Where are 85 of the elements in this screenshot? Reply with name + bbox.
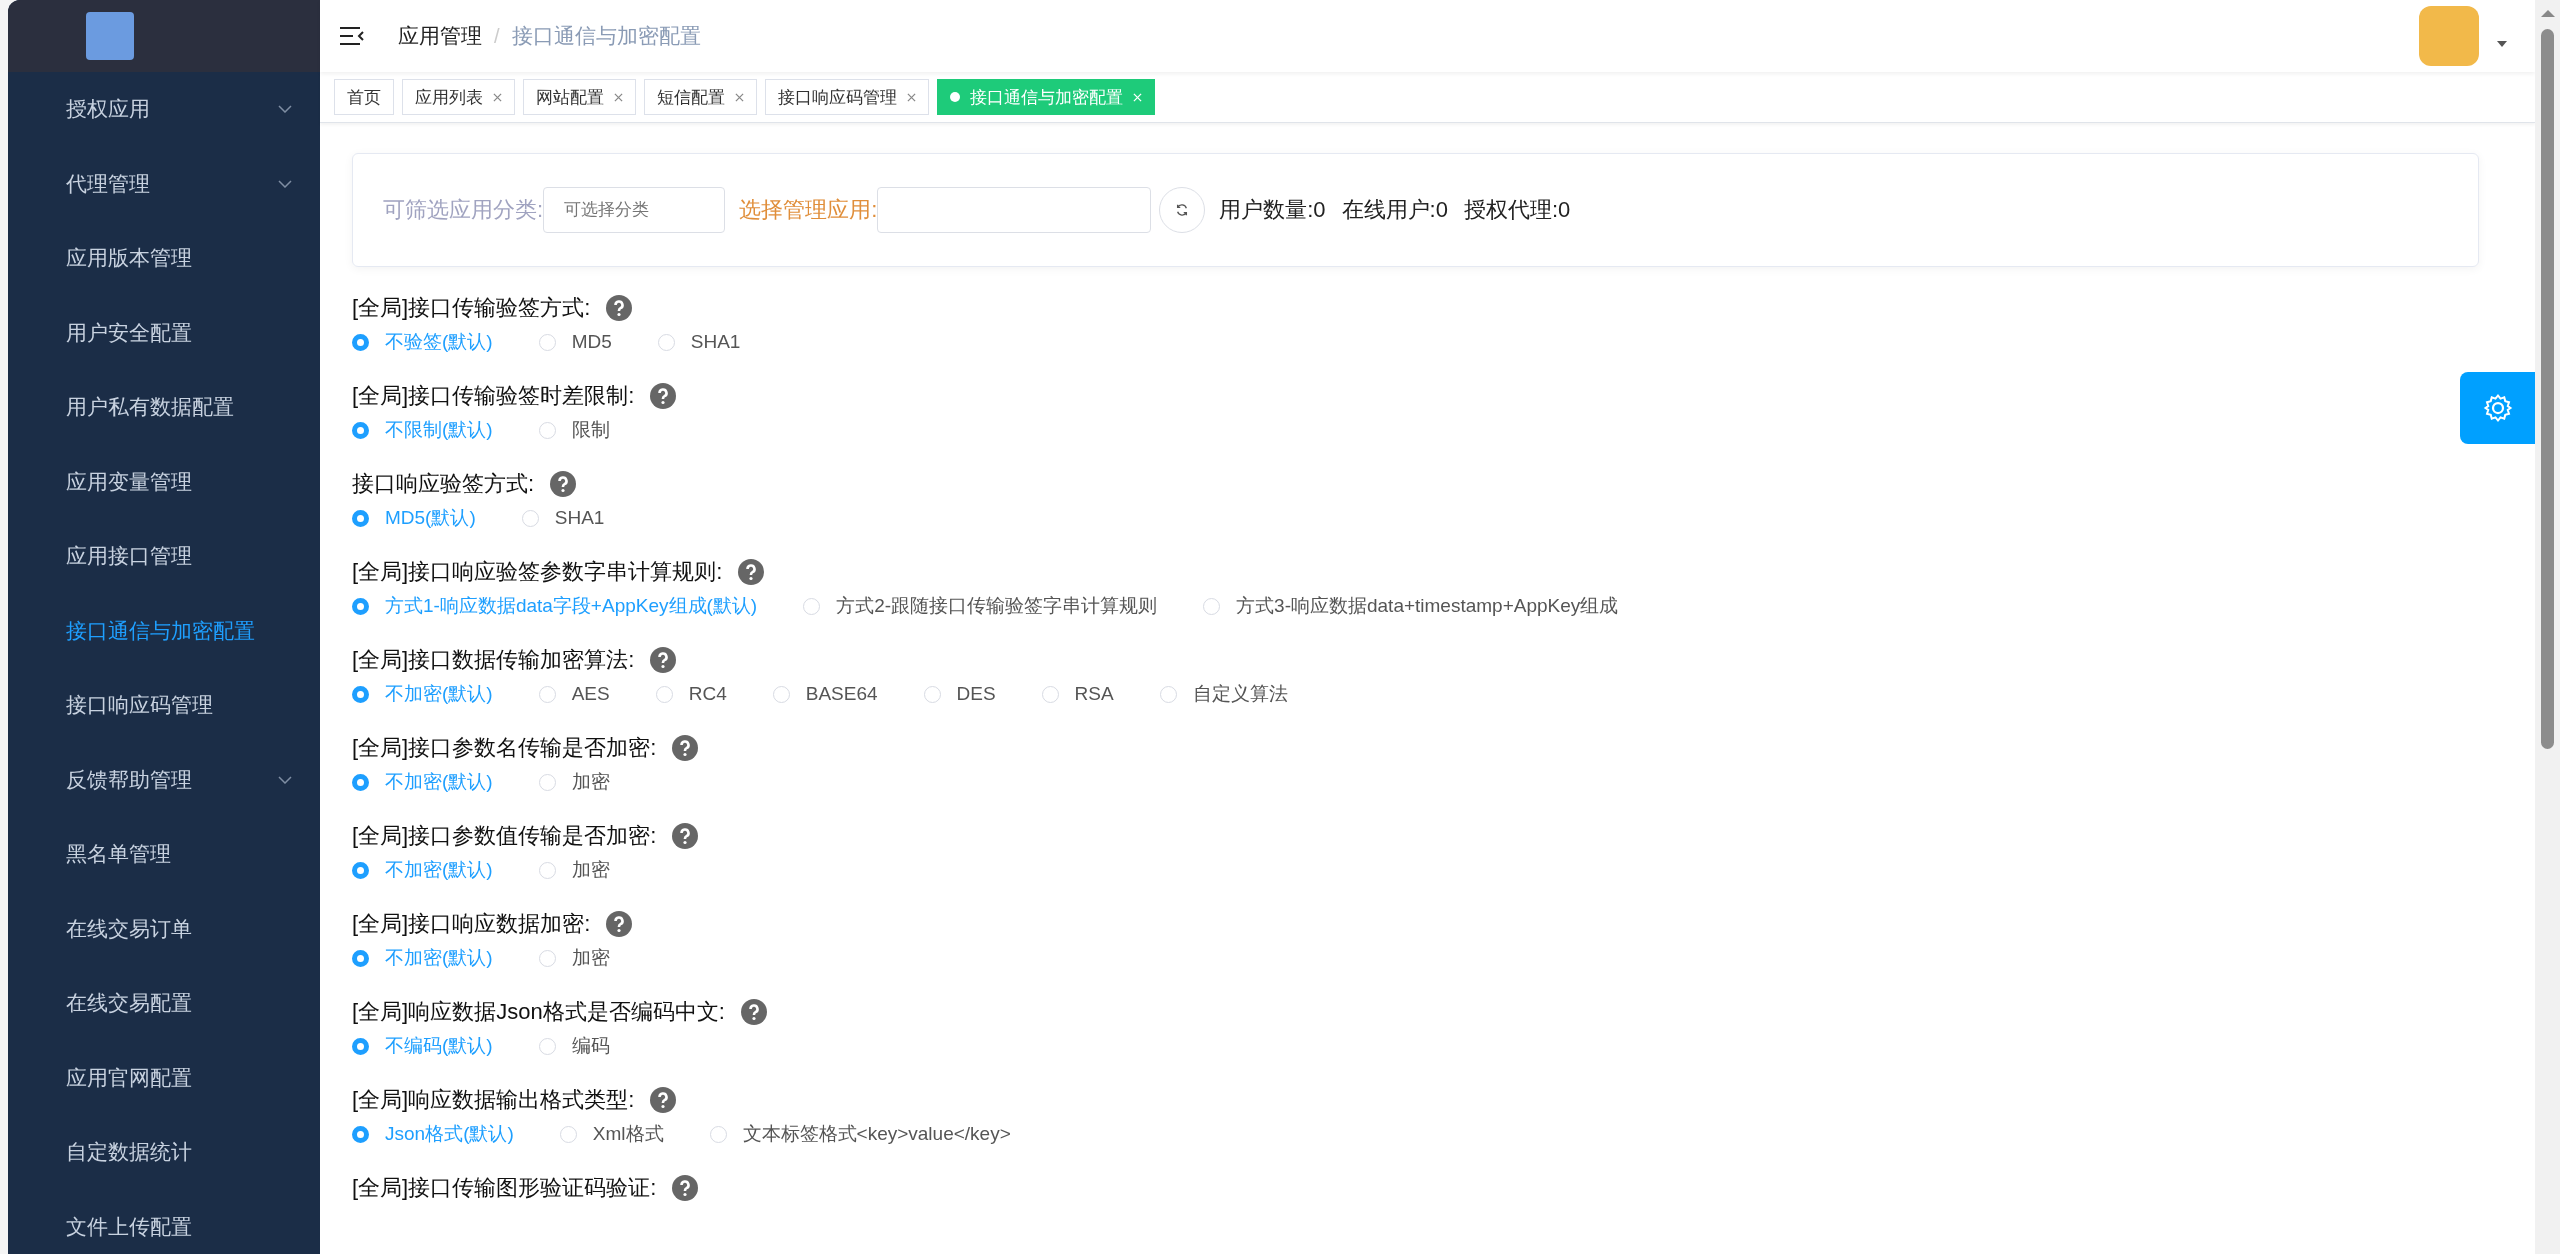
dot-icon — [950, 92, 960, 102]
stat-text: 用户数量:0 — [1219, 196, 1326, 224]
sidebar-item[interactable]: 授权应用 — [8, 72, 320, 147]
help-icon[interactable] — [672, 1175, 699, 1201]
refresh-icon — [1175, 203, 1190, 217]
tab[interactable]: 接口响应码管理 — [765, 79, 929, 115]
tab[interactable]: 网站配置 — [523, 79, 636, 115]
radio-option[interactable]: 限制 — [538, 417, 610, 443]
radio-option[interactable]: SHA1 — [657, 329, 741, 355]
help-icon[interactable] — [650, 383, 677, 409]
setting-label: [全局]接口传输图形验证码验证: — [352, 1174, 657, 1202]
settings-icon — [2482, 393, 2513, 423]
setting-label: [全局]响应数据输出格式类型: — [352, 1086, 635, 1114]
sidebar-item[interactable]: 应用变量管理 — [8, 444, 320, 519]
breadcrumb-separator: / — [494, 24, 500, 48]
radio-option[interactable]: 加密 — [538, 769, 610, 795]
chevron-down-icon — [278, 105, 292, 114]
radio-option[interactable]: RC4 — [655, 681, 727, 707]
radio-option[interactable]: DES — [923, 681, 996, 707]
scrollbar[interactable] — [2535, 0, 2560, 1254]
settings-button[interactable] — [2460, 372, 2535, 444]
radio-option[interactable]: RSA — [1041, 681, 1114, 707]
sidebar-item[interactable]: 反馈帮助管理 — [8, 742, 320, 817]
sidebar-item[interactable]: 在线交易订单 — [8, 891, 320, 966]
radio-option[interactable]: 加密 — [538, 857, 610, 883]
breadcrumb-link[interactable]: 应用管理 — [398, 22, 482, 50]
tab[interactable]: 应用列表 — [402, 79, 515, 115]
sidebar-item[interactable]: 黑名单管理 — [8, 817, 320, 892]
radio-option[interactable]: 编码 — [538, 1033, 610, 1059]
close-icon[interactable] — [907, 92, 916, 102]
chevron-down-icon — [278, 775, 292, 784]
sidebar-item[interactable]: 文件上传配置 — [8, 1189, 320, 1254]
sidebar-item[interactable]: 代理管理 — [8, 146, 320, 221]
setting-label: [全局]接口参数值传输是否加密: — [352, 822, 657, 850]
sidebar-item[interactable]: 用户安全配置 — [8, 295, 320, 370]
sidebar-item[interactable]: 接口通信与加密配置 — [8, 593, 320, 668]
radio-option[interactable]: Xml格式 — [559, 1121, 664, 1147]
help-icon[interactable] — [650, 1087, 677, 1113]
help-icon[interactable] — [550, 471, 577, 497]
radio-option[interactable]: 加密 — [538, 945, 610, 971]
radio-option[interactable]: 自定义算法 — [1159, 681, 1288, 707]
sidebar-item[interactable]: 接口响应码管理 — [8, 668, 320, 743]
stat-text: 授权代理:0 — [1463, 196, 1571, 224]
sidebar-item[interactable]: 应用官网配置 — [8, 1040, 320, 1115]
help-icon[interactable] — [650, 647, 677, 673]
field-label: 可筛选应用分类: — [383, 196, 544, 224]
radio-option[interactable]: MD5 — [538, 329, 612, 355]
radio-option[interactable]: BASE64 — [772, 681, 878, 707]
setting-label: [全局]接口响应验签参数字串计算规则: — [352, 558, 723, 586]
sidebar-item[interactable]: 应用版本管理 — [8, 221, 320, 296]
setting-label: [全局]接口传输验签方式: — [352, 294, 591, 322]
caret-icon[interactable] — [2497, 41, 2507, 47]
setting-label: [全局]接口数据传输加密算法: — [352, 646, 635, 674]
radio-option[interactable]: AES — [538, 681, 610, 707]
setting-label: [全局]接口响应数据加密: — [352, 910, 591, 938]
radio-option[interactable]: 文本标签格式<key>value</key> — [709, 1121, 1011, 1147]
radio-option[interactable]: SHA1 — [521, 505, 605, 531]
help-icon[interactable] — [606, 295, 633, 321]
tab[interactable]: 首页 — [334, 79, 394, 115]
help-icon[interactable] — [740, 999, 767, 1025]
sidebar-item[interactable]: 用户私有数据配置 — [8, 370, 320, 445]
help-icon[interactable] — [738, 559, 765, 585]
close-icon[interactable] — [493, 92, 502, 102]
breadcrumb-current: 接口通信与加密配置 — [511, 23, 701, 49]
setting-label: [全局]接口参数名传输是否加密: — [352, 734, 657, 762]
field-label: 选择管理应用: — [739, 196, 878, 224]
sidebar-item[interactable]: 在线交易配置 — [8, 966, 320, 1041]
setting-label: [全局]响应数据Json格式是否编码中文: — [352, 998, 725, 1026]
stat-text: 在线用户:0 — [1341, 196, 1448, 224]
sidebar-item[interactable]: 应用接口管理 — [8, 519, 320, 594]
chevron-down-icon — [278, 179, 292, 188]
radio-option[interactable]: 方式2-跟随接口传输验签字串计算规则 — [803, 593, 1158, 619]
setting-label: [全局]接口传输验签时差限制: — [352, 382, 635, 410]
radio-option[interactable]: 方式3-响应数据data+timestamp+AppKey组成 — [1203, 593, 1619, 619]
menu-icon[interactable] — [340, 27, 364, 45]
close-icon[interactable] — [735, 92, 744, 102]
help-icon[interactable] — [672, 735, 699, 761]
help-icon[interactable] — [606, 911, 633, 937]
sidebar-item[interactable]: 自定数据统计 — [8, 1115, 320, 1190]
avatar-placeholder — [86, 12, 134, 60]
category-select[interactable]: 可选择分类 — [543, 187, 726, 233]
help-icon[interactable] — [672, 823, 699, 849]
tab[interactable]: 短信配置 — [644, 79, 757, 115]
setting-label: 接口响应验签方式: — [352, 470, 535, 498]
close-icon[interactable] — [614, 92, 623, 102]
